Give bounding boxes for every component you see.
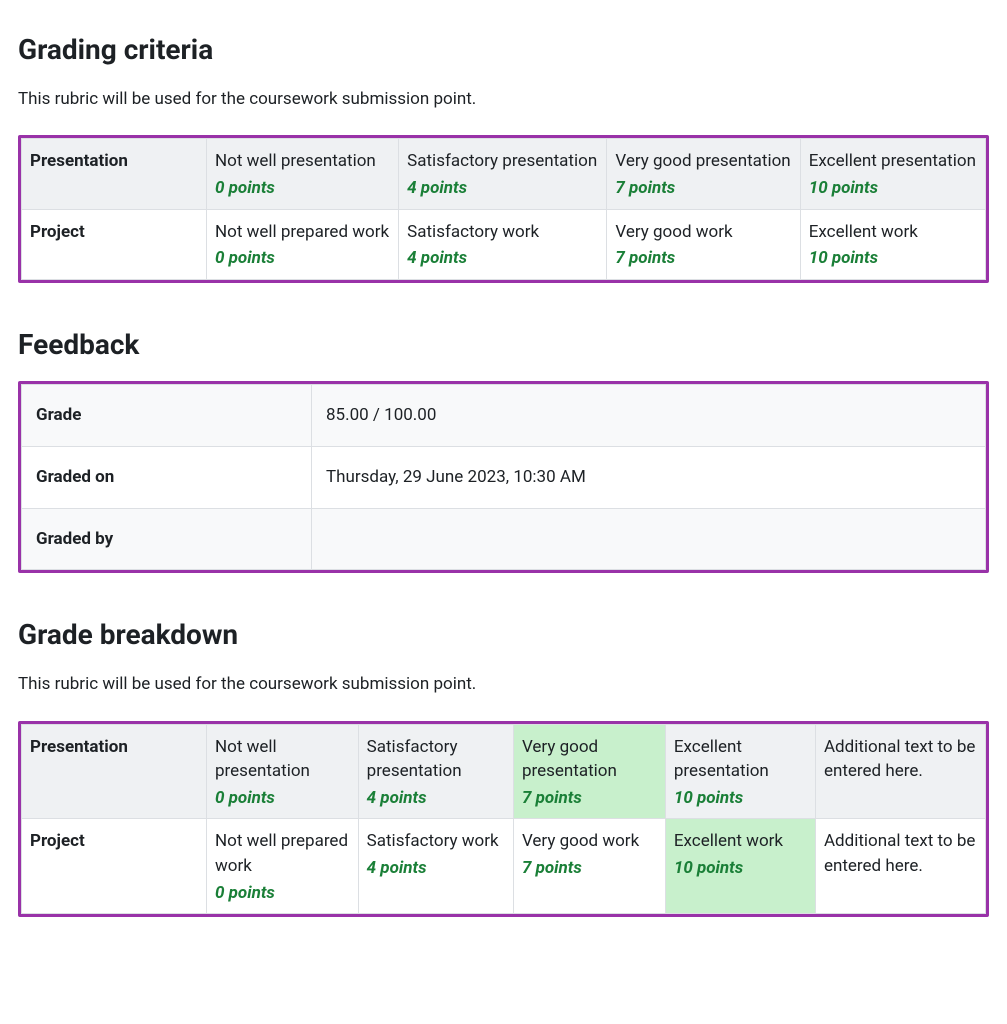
- rubric-cell-selected: Very good presentation 7 points: [513, 724, 665, 819]
- feedback-row: Graded by: [22, 508, 986, 570]
- rubric-points: 0 points: [215, 246, 390, 271]
- rubric-row: Presentation Not well presentation 0 poi…: [22, 724, 986, 819]
- rubric-cell: Satisfactory work 4 points: [399, 209, 607, 279]
- criterion-label: Presentation: [22, 139, 207, 209]
- grade-breakdown-frame: Presentation Not well presentation 0 poi…: [18, 721, 989, 918]
- rubric-desc: Not well presentation: [215, 737, 310, 782]
- rubric-cell: Satisfactory presentation 4 points: [399, 139, 607, 209]
- rubric-desc: Very good work: [522, 831, 639, 851]
- rubric-desc: Satisfactory presentation: [367, 737, 462, 782]
- grading-criteria-table: Presentation Not well presentation 0 poi…: [21, 138, 986, 280]
- rubric-desc: Not well presentation: [215, 151, 376, 171]
- feedback-row: Graded on Thursday, 29 June 2023, 10:30 …: [22, 447, 986, 509]
- rubric-cell: Not well prepared work 0 points: [207, 819, 359, 914]
- grading-criteria-frame: Presentation Not well presentation 0 poi…: [18, 135, 989, 283]
- rubric-desc: Satisfactory work: [367, 831, 499, 851]
- rubric-points: 0 points: [215, 176, 390, 201]
- rubric-cell: Very good work 7 points: [513, 819, 665, 914]
- rubric-points: 4 points: [407, 246, 598, 271]
- feedback-table: Grade 85.00 / 100.00 Graded on Thursday,…: [21, 384, 986, 570]
- rubric-extra: Additional text to be entered here.: [815, 819, 985, 914]
- rubric-points: 10 points: [809, 176, 977, 201]
- rubric-points: 7 points: [615, 246, 791, 271]
- rubric-points: 4 points: [367, 786, 505, 811]
- rubric-points: 7 points: [615, 176, 791, 201]
- grade-breakdown-intro: This rubric will be used for the coursew…: [18, 672, 989, 697]
- feedback-label: Grade: [22, 385, 312, 447]
- rubric-cell: Satisfactory work 4 points: [358, 819, 513, 914]
- rubric-desc: Very good presentation: [615, 151, 790, 171]
- rubric-row: Project Not well prepared work 0 points …: [22, 209, 986, 279]
- feedback-value: [312, 508, 986, 570]
- rubric-row: Presentation Not well presentation 0 poi…: [22, 139, 986, 209]
- rubric-points: 10 points: [674, 856, 807, 881]
- rubric-points: 7 points: [522, 856, 657, 881]
- rubric-points: 10 points: [809, 246, 977, 271]
- rubric-points: 4 points: [407, 176, 598, 201]
- feedback-value: Thursday, 29 June 2023, 10:30 AM: [312, 447, 986, 509]
- rubric-desc: Satisfactory work: [407, 222, 539, 242]
- rubric-row: Project Not well prepared work 0 points …: [22, 819, 986, 914]
- feedback-label: Graded on: [22, 447, 312, 509]
- rubric-desc: Very good work: [615, 222, 732, 242]
- rubric-cell: Not well prepared work 0 points: [207, 209, 399, 279]
- rubric-extra: Additional text to be entered here.: [815, 724, 985, 819]
- criterion-label: Presentation: [22, 724, 207, 819]
- feedback-row: Grade 85.00 / 100.00: [22, 385, 986, 447]
- rubric-cell: Very good presentation 7 points: [607, 139, 800, 209]
- rubric-desc: Not well prepared work: [215, 831, 348, 876]
- rubric-points: 0 points: [215, 881, 350, 906]
- rubric-desc: Excellent presentation: [674, 737, 769, 782]
- rubric-points: 7 points: [522, 786, 657, 811]
- rubric-desc: Satisfactory presentation: [407, 151, 597, 171]
- criterion-label: Project: [22, 819, 207, 914]
- rubric-cell: Excellent presentation 10 points: [665, 724, 815, 819]
- rubric-cell: Not well presentation 0 points: [207, 724, 359, 819]
- criterion-label: Project: [22, 209, 207, 279]
- rubric-cell: Not well presentation 0 points: [207, 139, 399, 209]
- feedback-frame: Grade 85.00 / 100.00 Graded on Thursday,…: [18, 381, 989, 573]
- grading-criteria-heading: Grading criteria: [18, 30, 989, 71]
- rubric-cell-selected: Excellent work 10 points: [665, 819, 815, 914]
- rubric-desc: Excellent presentation: [809, 151, 976, 171]
- rubric-desc: Very good presentation: [522, 737, 617, 782]
- rubric-desc: Excellent work: [809, 222, 918, 242]
- rubric-cell: Excellent presentation 10 points: [800, 139, 985, 209]
- rubric-desc: Not well prepared work: [215, 222, 389, 242]
- grade-breakdown-table: Presentation Not well presentation 0 poi…: [21, 724, 986, 915]
- rubric-cell: Very good work 7 points: [607, 209, 800, 279]
- rubric-cell: Satisfactory presentation 4 points: [358, 724, 513, 819]
- rubric-points: 4 points: [367, 856, 505, 881]
- rubric-cell: Excellent work 10 points: [800, 209, 985, 279]
- rubric-points: 10 points: [674, 786, 807, 811]
- rubric-desc: Excellent work: [674, 831, 783, 851]
- grading-criteria-intro: This rubric will be used for the coursew…: [18, 87, 989, 112]
- feedback-value: 85.00 / 100.00: [312, 385, 986, 447]
- feedback-label: Graded by: [22, 508, 312, 570]
- grade-breakdown-heading: Grade breakdown: [18, 615, 989, 656]
- feedback-heading: Feedback: [18, 325, 989, 366]
- rubric-points: 0 points: [215, 786, 350, 811]
